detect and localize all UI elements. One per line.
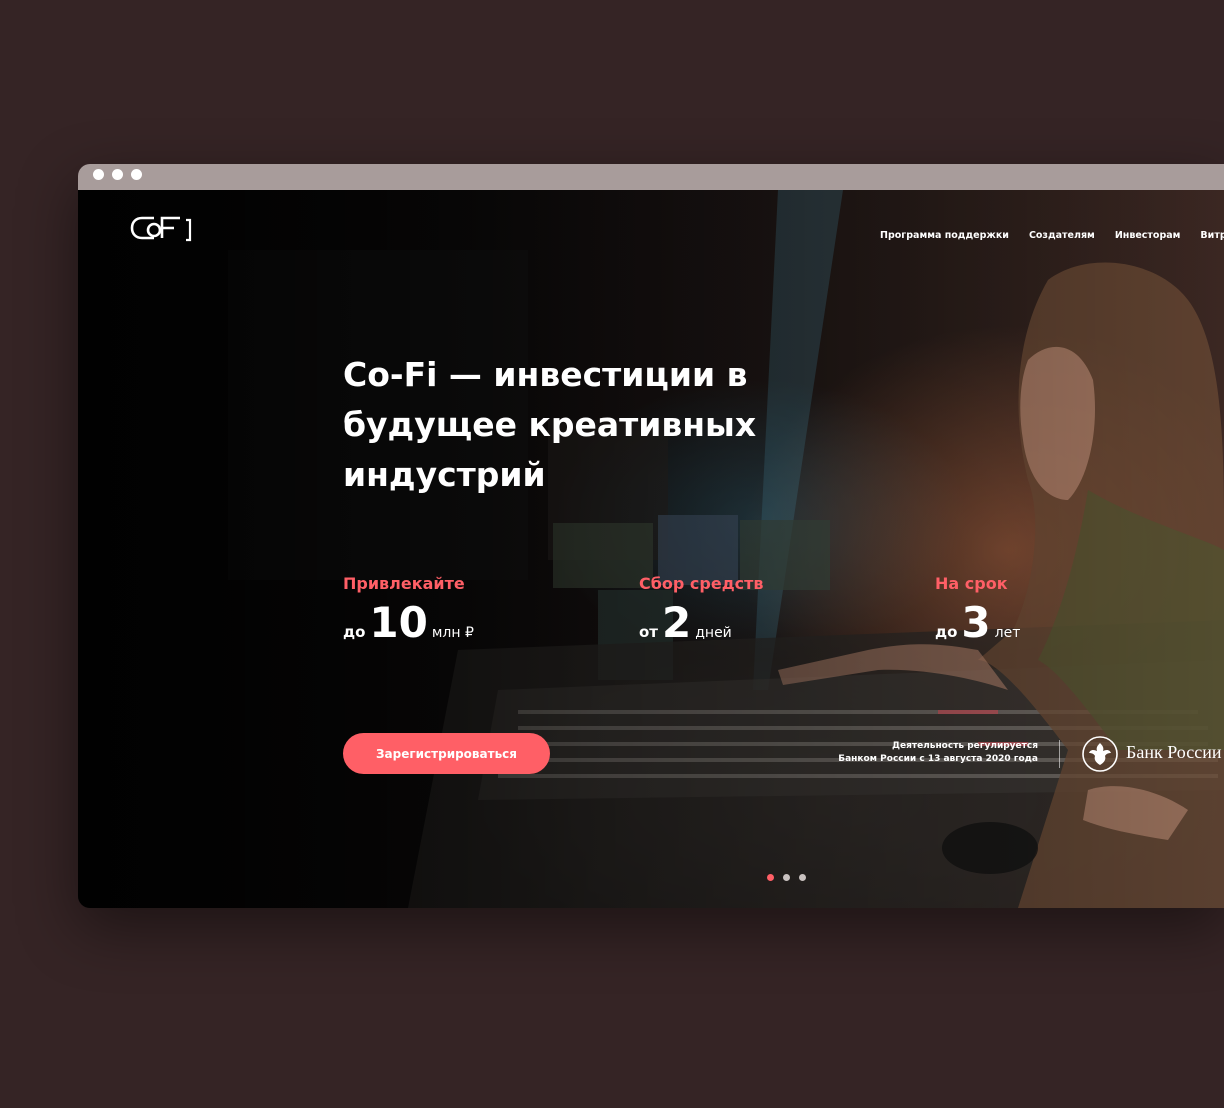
stat-prefix: до (343, 623, 366, 641)
stat-number: 3 (961, 598, 991, 647)
stat-unit: лет (994, 625, 1021, 641)
browser-titlebar (78, 164, 1224, 190)
stat-value-line: до3 лет (935, 598, 1020, 647)
browser-window: Программа поддержки Создателям Инвесторам В… (78, 164, 1224, 908)
regulation-divider (1059, 740, 1060, 768)
bank-of-russia-emblem-icon (1082, 736, 1118, 772)
carousel-dot-2[interactable] (783, 874, 790, 881)
hero-section: Программа поддержки Создателям Инвесторам В… (78, 190, 1224, 908)
stat-title: На срок (935, 574, 1008, 593)
stat-value-line: от2 дней (639, 598, 764, 647)
hero-headline: Co-Fi — инвестиции в будущее креативных … (343, 355, 757, 494)
window-maximize-dot[interactable] (131, 169, 142, 180)
regulation-line-1: Деятельность регулируется (891, 741, 1038, 751)
nav-item-investors[interactable]: Инвесторам (1115, 230, 1181, 241)
stat-prefix: от (639, 623, 658, 641)
stat-title: Сбор средств (639, 574, 764, 593)
stat-number: 2 (662, 598, 692, 647)
main-nav: Программа поддержки Создателям Инвесторам В… (880, 223, 1224, 242)
carousel-dot-1[interactable] (767, 874, 774, 881)
stat-value-line: до10 млн ₽ (343, 598, 474, 647)
nav-item-showcase[interactable]: Витрина (1200, 230, 1224, 241)
hero-background-photo (78, 190, 1224, 908)
bank-of-russia-label: Банк России (1126, 742, 1222, 762)
regulation-notice: Деятельность регулируется Банком России … (838, 740, 1038, 766)
stat-unit: млн ₽ (431, 625, 474, 641)
nav-item-support-program[interactable]: Программа поддержки (880, 230, 1009, 241)
stat-collection: Сбор средств от2 дней (639, 574, 764, 647)
stat-raise: Привлекайте до10 млн ₽ (343, 574, 474, 647)
window-close-dot[interactable] (93, 169, 104, 180)
stat-term: На срок до3 лет (935, 574, 1020, 647)
nav-item-creators[interactable]: Создателям (1029, 230, 1095, 241)
window-minimize-dot[interactable] (112, 169, 123, 180)
carousel-dot-3[interactable] (799, 874, 806, 881)
stat-unit: дней (695, 625, 732, 641)
stat-number: 10 (369, 598, 428, 647)
carousel-indicators (767, 866, 815, 885)
stat-prefix: до (935, 623, 958, 641)
cofi-logo[interactable] (130, 212, 194, 244)
register-button[interactable]: Зарегистрироваться (343, 733, 550, 774)
stat-title: Привлекайте (343, 574, 465, 593)
regulation-line-2: Банком России с 13 августа 2020 года (838, 754, 1038, 764)
